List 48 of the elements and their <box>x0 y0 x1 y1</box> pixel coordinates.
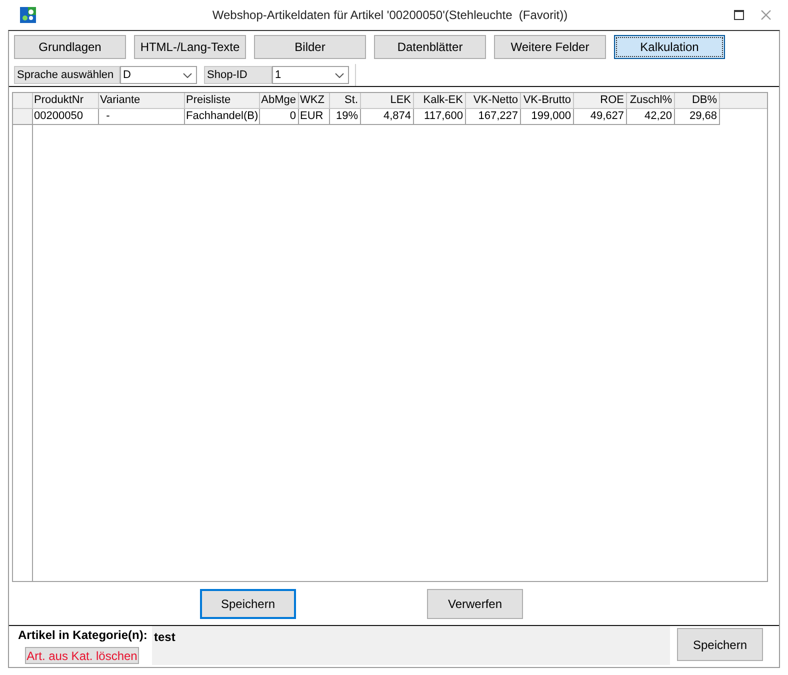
tab[interactable]: Bilder <box>254 35 366 59</box>
app-logo-icon <box>20 7 36 23</box>
action-button[interactable]: Verwerfen <box>427 589 523 619</box>
tab[interactable]: HTML-/Lang-Texte <box>134 35 246 59</box>
column-header[interactable]: LEK <box>361 93 414 109</box>
column-header[interactable]: St. <box>330 93 361 109</box>
category-value: test <box>154 630 176 644</box>
tab[interactable]: Weitere Felder <box>494 35 606 59</box>
tab[interactable]: Grundlagen <box>14 35 126 59</box>
table-cell: 00200050 <box>33 109 99 125</box>
window-title: Webshop-Artikeldaten für Artikel '00200050'(Stehleuchte (Favorit)) <box>212 7 568 24</box>
category-label: Artikel in Kategorie(n): <box>18 628 148 642</box>
column-header[interactable]: AbMge <box>260 93 299 109</box>
table-cell: 19% <box>330 109 361 125</box>
column-header[interactable]: Zuschl% <box>627 93 675 109</box>
column-header[interactable]: ROE <box>574 93 627 109</box>
column-header[interactable]: Variante <box>99 93 185 109</box>
field-label: Shop-ID <box>204 66 272 84</box>
tab[interactable]: Datenblätter <box>374 35 486 59</box>
field-label: Sprache auswählen <box>14 66 120 84</box>
maximize-icon[interactable] <box>734 10 744 20</box>
table-cell: 29,68 <box>675 109 720 125</box>
chevron-down-icon <box>335 72 344 78</box>
chevron-down-icon <box>183 72 192 78</box>
table-cell: 0 <box>260 109 299 125</box>
save-button[interactable]: Speichern <box>677 628 763 661</box>
tab[interactable]: Kalkulation <box>614 35 725 59</box>
table-cell: - <box>99 109 185 125</box>
column-header[interactable]: VK-Brutto <box>521 93 574 109</box>
dropdown-field[interactable]: 1 <box>272 66 349 84</box>
action-button[interactable]: Speichern <box>200 589 296 619</box>
table-cell: 49,627 <box>574 109 627 125</box>
table-cell: 42,20 <box>627 109 675 125</box>
table-cell: Fachhandel(B) <box>185 109 260 125</box>
dropdown-field[interactable]: D <box>120 66 197 84</box>
table-cell: 117,600 <box>414 109 466 125</box>
column-header[interactable]: ProduktNr <box>33 93 99 109</box>
close-icon[interactable] <box>761 10 771 20</box>
table-cell: 4,874 <box>361 109 414 125</box>
table-cell: EUR <box>299 109 330 125</box>
remove-from-category-button[interactable]: Art. aus Kat. löschen <box>25 647 139 664</box>
table-cell: 199,000 <box>521 109 574 125</box>
table-cell: 167,227 <box>466 109 521 125</box>
column-header[interactable]: VK-Netto <box>466 93 521 109</box>
column-header[interactable]: WKZ <box>299 93 330 109</box>
row-selector[interactable] <box>13 109 33 125</box>
column-header[interactable]: Preisliste <box>185 93 260 109</box>
column-header[interactable]: Kalk-EK <box>414 93 466 109</box>
